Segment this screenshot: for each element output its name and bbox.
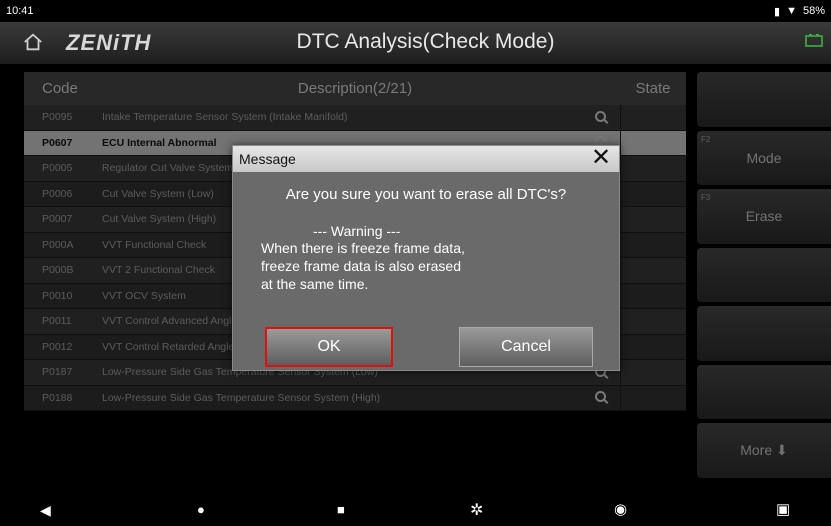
vibrate-icon: ▮ [774,5,781,18]
browser-icon[interactable]: ◉ [614,500,627,518]
ok-button[interactable]: OK [265,327,393,367]
cancel-button[interactable]: Cancel [459,327,593,367]
settings-gear-icon[interactable]: ✲ [470,500,483,520]
warning-line: freeze frame data is also erased [261,258,461,274]
wifi-icon: ▼ [786,5,797,17]
battery-level: 58% [802,5,825,17]
back-icon[interactable]: ◀ [40,502,51,519]
warning-line: When there is freeze frame data, [261,240,465,256]
recents-icon[interactable]: ■ [337,502,345,517]
status-time: 10:41 [6,5,34,17]
dialog-title: Message [239,151,296,167]
close-icon[interactable]: ✕ [591,146,611,170]
status-icons: ▮ ▼ 58% [774,5,825,18]
warning-text: When there is freeze frame data, freeze … [261,239,619,293]
warning-line: at the same time. [261,276,369,292]
warning-title: --- Warning --- [313,223,401,239]
dialog-message: Are you sure you want to erase all DTC's… [285,186,567,203]
vehicle-battery-icon [805,34,823,47]
app-header: ZENiTH DTC Analysis(Check Mode) [0,22,831,64]
android-nav-bar: ◀ ● ■ ✲ ◉ ▣ [0,495,831,526]
status-bar: 10:41 ▮ ▼ 58% [0,0,831,22]
dialog-titlebar: Message [233,146,619,172]
erase-confirm-dialog: Message ✕ Are you sure you want to erase… [232,145,620,371]
home-circle-icon[interactable]: ● [197,502,205,517]
screenshot-icon[interactable]: ▣ [776,500,790,518]
brand-logo: ZENiTH [66,30,152,55]
home-icon[interactable] [22,31,46,55]
